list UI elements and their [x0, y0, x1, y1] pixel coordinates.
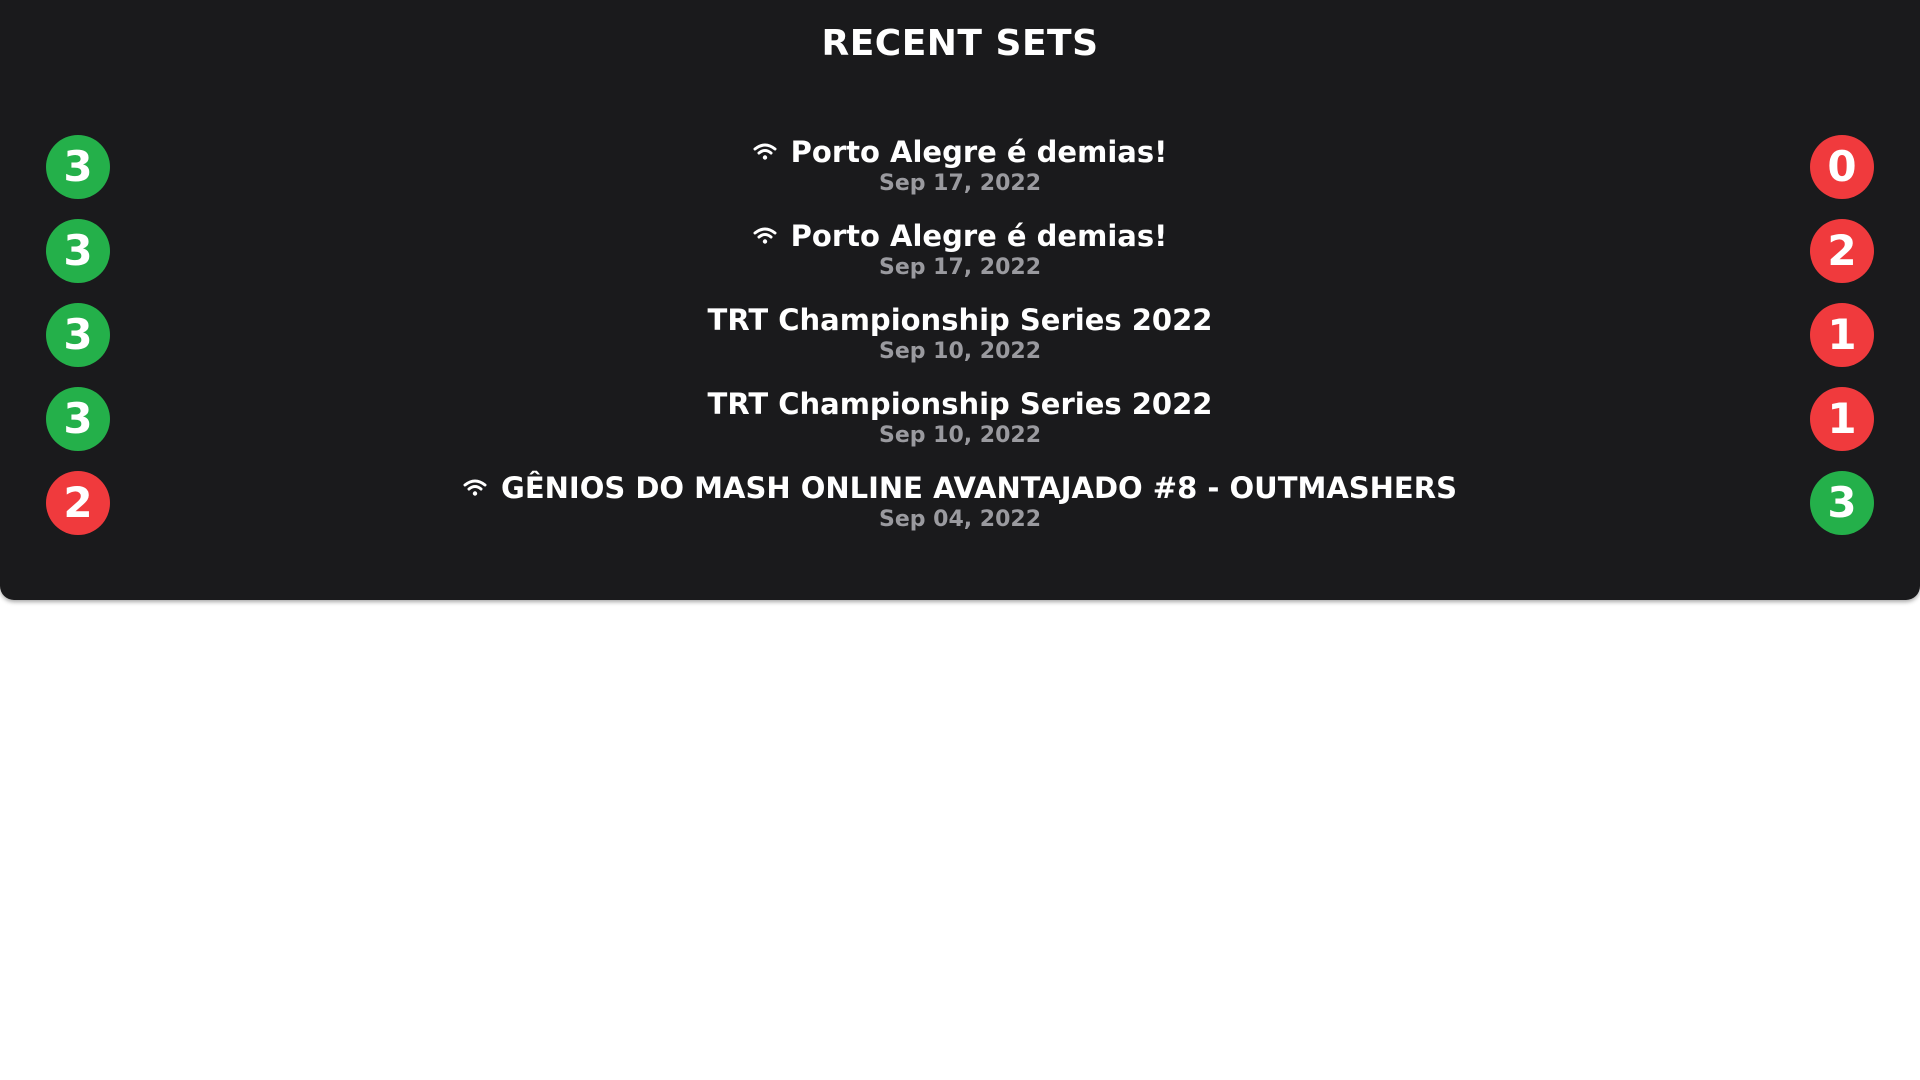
right-score-badge: 1 — [1810, 303, 1874, 367]
recent-sets-panel: RECENT SETS 3 Porto Alegre é demias! Sep… — [0, 0, 1920, 600]
tournament-name-text: Porto Alegre é demias! — [790, 135, 1168, 169]
left-score-badge: 3 — [46, 303, 110, 367]
set-date: Sep 17, 2022 — [878, 171, 1042, 196]
right-score-badge: 3 — [1810, 471, 1874, 535]
left-score-badge: 3 — [46, 219, 110, 283]
set-date: Sep 10, 2022 — [878, 423, 1042, 448]
set-info: TRT Championship Series 2022 Sep 10, 202… — [160, 384, 1760, 450]
set-info: Porto Alegre é demias! Sep 17, 2022 — [160, 216, 1760, 282]
tournament-name[interactable]: Porto Alegre é demias! — [753, 216, 1168, 256]
panel-title: RECENT SETS — [821, 23, 1099, 64]
left-score-badge: 3 — [46, 387, 110, 451]
set-date: Sep 10, 2022 — [878, 339, 1042, 364]
wifi-icon — [753, 142, 777, 162]
set-info: GÊNIOS DO MASH ONLINE AVANTAJADO #8 - OU… — [160, 468, 1760, 534]
left-score-badge: 3 — [46, 135, 110, 199]
tournament-name-text: TRT Championship Series 2022 — [707, 387, 1213, 421]
set-row[interactable]: 3 TRT Championship Series 2022 Sep 10, 2… — [0, 384, 1920, 468]
set-info: Porto Alegre é demias! Sep 17, 2022 — [160, 132, 1760, 198]
set-row[interactable]: 2 GÊNIOS DO MASH ONLINE AVANTAJADO #8 - … — [0, 468, 1920, 552]
tournament-name[interactable]: TRT Championship Series 2022 — [708, 300, 1213, 340]
right-score-badge: 2 — [1810, 219, 1874, 283]
tournament-name-text: TRT Championship Series 2022 — [707, 303, 1213, 337]
set-row[interactable]: 3 TRT Championship Series 2022 Sep 10, 2… — [0, 300, 1920, 384]
tournament-name-text: GÊNIOS DO MASH ONLINE AVANTAJADO #8 - OU… — [501, 471, 1457, 505]
tournament-name-text: Porto Alegre é demias! — [790, 219, 1168, 253]
set-row[interactable]: 3 Porto Alegre é demias! Sep 17, 2022 0 — [0, 132, 1920, 216]
wifi-icon — [463, 478, 487, 498]
tournament-name[interactable]: GÊNIOS DO MASH ONLINE AVANTAJADO #8 - OU… — [463, 468, 1457, 508]
right-score-badge: 1 — [1810, 387, 1874, 451]
tournament-name[interactable]: TRT Championship Series 2022 — [708, 384, 1213, 424]
wifi-icon — [753, 226, 777, 246]
set-date: Sep 04, 2022 — [878, 507, 1042, 532]
right-score-badge: 0 — [1810, 135, 1874, 199]
set-info: TRT Championship Series 2022 Sep 10, 202… — [160, 300, 1760, 366]
left-score-badge: 2 — [46, 471, 110, 535]
tournament-name[interactable]: Porto Alegre é demias! — [753, 132, 1168, 172]
set-date: Sep 17, 2022 — [878, 255, 1042, 280]
sets-list: 3 Porto Alegre é demias! Sep 17, 2022 0 … — [0, 132, 1920, 552]
set-row[interactable]: 3 Porto Alegre é demias! Sep 17, 2022 2 — [0, 216, 1920, 300]
